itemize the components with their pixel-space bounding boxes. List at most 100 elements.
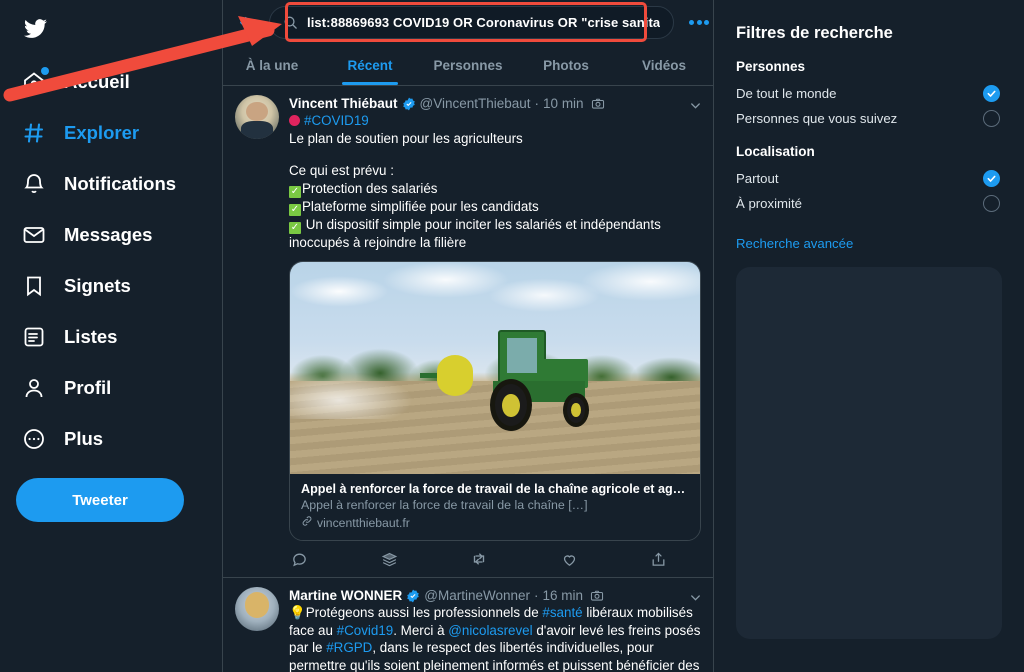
filter-option-de-tout-le-monde[interactable]: De tout le monde — [736, 81, 1024, 106]
tweet-item[interactable]: Vincent Thiébaut @VincentThiebaut · 10 m… — [223, 86, 713, 578]
twitter-bird-logo[interactable] — [14, 6, 62, 50]
filters-title: Filtres de recherche — [736, 24, 893, 42]
home-icon — [21, 66, 49, 95]
check-icon: ✓ — [289, 221, 301, 234]
tweet-rich-text: Protégeons aussi les professionnels de #… — [289, 605, 700, 672]
tweet-body: Vincent Thiébaut @VincentThiebaut · 10 m… — [289, 95, 701, 577]
tweet-text: 💡Protégeons aussi les professionnels de … — [289, 604, 701, 672]
bookmark-icon — [21, 273, 47, 299]
tab-a-la-une[interactable]: À la une — [223, 45, 321, 85]
tractor-spraying-field-photo — [290, 262, 700, 474]
compose-tweet-button[interactable]: Tweeter — [16, 478, 184, 522]
avatar[interactable] — [235, 95, 279, 139]
link-preview-description: Appel à renforcer la force de travail de… — [301, 498, 588, 512]
check-icon: ✓ — [289, 185, 301, 198]
sidebar-item-label: Messages — [64, 223, 153, 245]
heart-icon[interactable] — [561, 550, 578, 568]
tweet-bullet: Protection des salariés — [302, 180, 438, 196]
author-handle[interactable]: @MartineWonner — [424, 588, 530, 603]
sidebar-item-label: Listes — [64, 325, 118, 347]
hashtag-covid19[interactable]: #COVID19 — [304, 113, 369, 128]
sidebar-item-plus[interactable]: Plus — [14, 413, 222, 464]
home-notification-dot — [41, 66, 49, 75]
sidebar-item-messages[interactable]: Messages — [14, 209, 222, 260]
sidebar-item-label: Profil — [64, 376, 112, 398]
search-input-value: list:88869693 COVID19 OR Coronavirus OR … — [307, 15, 661, 30]
filter-group-title-localisation: Localisation — [736, 144, 815, 159]
chevron-down-icon[interactable] — [688, 98, 703, 113]
tab-personnes[interactable]: Personnes — [419, 45, 517, 85]
tweet-text: #COVID19 Le plan de soutien pour les agr… — [289, 112, 701, 251]
filter-option-personnes-que-vous-suivez[interactable]: Personnes que vous suivez — [736, 106, 1024, 131]
search-input[interactable]: list:88869693 COVID19 OR Coronavirus OR … — [269, 6, 675, 39]
link-preview-title: Appel à renforcer la force de travail de… — [301, 482, 689, 496]
author-name[interactable]: Martine WONNER — [289, 588, 402, 603]
back-arrow-icon[interactable] — [231, 8, 261, 38]
author-name[interactable]: Vincent Thiébaut — [289, 96, 398, 111]
more-circle-icon — [21, 426, 47, 452]
timestamp: 10 min — [543, 96, 584, 111]
link-preview-card[interactable]: Appel à renforcer la force de travail de… — [289, 261, 701, 541]
radio-unselected-icon[interactable] — [983, 195, 1000, 212]
separator: · — [534, 588, 539, 603]
tweet-entity-link[interactable]: @nicolasrevel — [448, 623, 532, 638]
tweet-entity-link[interactable]: #Covid19 — [337, 623, 394, 638]
retweet-icon[interactable] — [470, 550, 488, 568]
main-column: list:88869693 COVID19 OR Coronavirus OR … — [222, 0, 714, 672]
sidebar-item-explorer[interactable]: Explorer — [14, 107, 222, 158]
share-icon[interactable] — [650, 550, 667, 568]
advanced-search-link[interactable]: Recherche avancée — [736, 236, 853, 251]
filter-option-label: À proximité — [736, 196, 802, 211]
check-icon: ✓ — [289, 203, 301, 216]
tweet-text-segment: Protégeons aussi les professionnels de — [305, 605, 543, 620]
envelope-icon — [21, 222, 47, 248]
sidebar-item-notifications[interactable]: Notifications — [14, 158, 222, 209]
sidebar: Accueil Explorer Notifications Messages — [0, 0, 222, 672]
link-preview-domain: vincentthiebaut.fr — [317, 515, 410, 530]
filter-option-label: Personnes que vous suivez — [736, 111, 898, 126]
chevron-down-icon[interactable] — [688, 590, 703, 605]
timestamp: 16 min — [542, 588, 584, 603]
tweet-body: Martine WONNER @MartineWonner · 16 min 💡… — [289, 587, 701, 672]
sidebar-item-listes[interactable]: Listes — [14, 311, 222, 362]
link-preview-url: vincentthiebaut.fr — [301, 515, 689, 530]
link-icon — [301, 515, 313, 530]
bulb-emoji: 💡 — [289, 605, 306, 620]
filter-option-partout[interactable]: Partout — [736, 166, 1024, 191]
sidebar-item-label: Signets — [64, 274, 131, 296]
filter-option-a-proximite[interactable]: À proximité — [736, 191, 1024, 216]
verified-badge-icon — [406, 589, 420, 603]
twitter-search-page: Accueil Explorer Notifications Messages — [0, 0, 1024, 672]
more-options-icon[interactable] — [682, 20, 713, 25]
radio-selected-icon[interactable] — [983, 85, 1000, 102]
tweet-bullet: Un dispositif simple pour inciter les sa… — [289, 216, 661, 250]
sidebar-item-label: Plus — [64, 427, 104, 449]
sidebar-item-signets[interactable]: Signets — [14, 260, 222, 311]
sidebar-placeholder-card — [736, 267, 1002, 639]
tweet-line-2: Ce qui est prévu : — [289, 163, 394, 178]
tweet-header: Vincent Thiébaut @VincentThiebaut · 10 m… — [289, 96, 701, 111]
sidebar-item-accueil[interactable]: Accueil — [14, 56, 222, 107]
radio-unselected-icon[interactable] — [983, 110, 1000, 127]
sidebar-item-label: Notifications — [64, 172, 177, 194]
sidebar-item-label: Explorer — [64, 121, 140, 143]
tab-recent[interactable]: Récent — [321, 45, 419, 85]
separator: · — [534, 96, 540, 111]
tweet-bullet: Plateforme simplifiée pour les candidats — [302, 198, 539, 214]
layers-icon[interactable] — [381, 550, 398, 568]
tweet-entity-link[interactable]: #santé — [542, 605, 582, 620]
tab-photos[interactable]: Photos — [517, 45, 615, 85]
search-icon — [283, 15, 298, 30]
avatar[interactable] — [235, 587, 279, 631]
camera-icon — [591, 97, 605, 111]
tab-videos[interactable]: Vidéos — [615, 45, 713, 85]
author-handle[interactable]: @VincentThiebaut — [420, 96, 531, 111]
radio-selected-icon[interactable] — [983, 170, 1000, 187]
reply-icon[interactable] — [291, 550, 308, 568]
sidebar-item-label: Accueil — [64, 70, 130, 92]
tweet-entity-link[interactable]: #RGPD — [326, 640, 372, 655]
filter-option-label: Partout — [736, 171, 779, 186]
tweet-item[interactable]: Martine WONNER @MartineWonner · 16 min 💡… — [223, 578, 713, 672]
sidebar-nav: Accueil Explorer Notifications Messages — [14, 56, 222, 464]
sidebar-item-profil[interactable]: Profil — [14, 362, 222, 413]
